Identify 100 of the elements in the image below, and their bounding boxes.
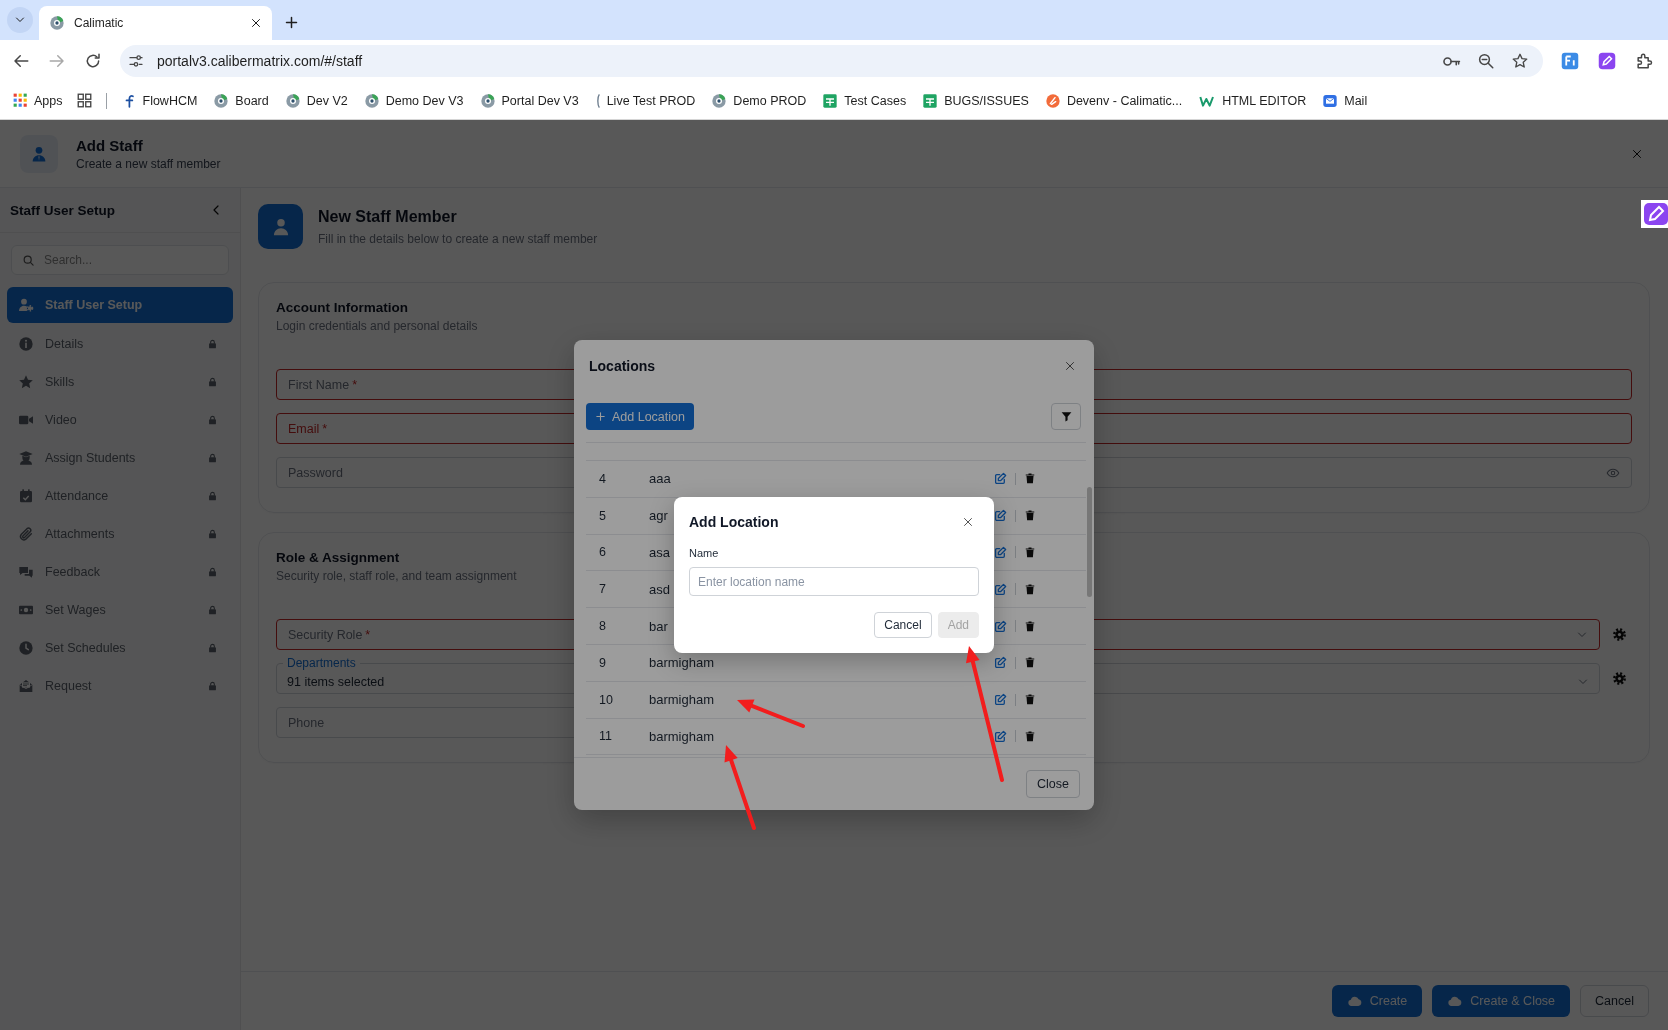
lock-icon bbox=[207, 680, 218, 692]
close-icon bbox=[962, 516, 974, 528]
edit-icon[interactable] bbox=[994, 729, 1007, 743]
close-icon[interactable] bbox=[250, 17, 262, 29]
bookmark[interactable]: Portal Dev V3 bbox=[471, 86, 587, 115]
trash-icon[interactable] bbox=[1024, 509, 1036, 523]
trash-icon[interactable] bbox=[1024, 656, 1036, 670]
bookmark[interactable]: Dev V2 bbox=[276, 86, 356, 115]
bookmark[interactable]: HTML EDITOR bbox=[1190, 86, 1315, 115]
edit-icon[interactable] bbox=[994, 582, 1007, 596]
add-location-button[interactable]: Add Location bbox=[586, 403, 694, 430]
address-bar[interactable]: portalv3.calibermatrix.com/#/staff bbox=[120, 45, 1543, 77]
nav-item[interactable]: Staff User Setup bbox=[7, 287, 233, 323]
lock-icon bbox=[207, 452, 218, 464]
pencil-icon[interactable] bbox=[1598, 52, 1616, 70]
edit-icon[interactable] bbox=[994, 509, 1007, 523]
star-icon bbox=[18, 374, 34, 390]
gear-icon[interactable] bbox=[1612, 671, 1627, 686]
bookmark[interactable]: Live Test PROD bbox=[586, 86, 704, 115]
cancel-button[interactable]: Cancel bbox=[874, 612, 932, 638]
table-cell: bar bbox=[649, 618, 668, 634]
table-cell-text: 4 bbox=[598, 471, 607, 486]
back-arrow-icon bbox=[12, 52, 30, 70]
table-cell: asa bbox=[649, 545, 670, 560]
search-icon bbox=[22, 253, 35, 267]
trash-icon[interactable] bbox=[1024, 582, 1036, 596]
table-cell: barmigham bbox=[649, 728, 715, 744]
table-cell-text: 10 bbox=[598, 692, 614, 707]
lock-icon bbox=[207, 490, 218, 502]
lock-icon bbox=[207, 376, 218, 388]
close-icon bbox=[1064, 360, 1076, 372]
table-cell: asd bbox=[649, 581, 670, 597]
pencil-icon[interactable] bbox=[1641, 200, 1668, 228]
sidebar-title: Staff User Setup bbox=[10, 202, 116, 218]
trash-icon[interactable] bbox=[1024, 619, 1036, 633]
table-cell: aaa bbox=[649, 471, 671, 487]
calendar-icon bbox=[18, 488, 34, 504]
primary-button[interactable]: Create bbox=[1331, 985, 1423, 1017]
logo-icon bbox=[213, 92, 230, 109]
lock-icon bbox=[207, 338, 218, 350]
gear-icon[interactable] bbox=[1612, 627, 1627, 642]
new-tab-icon[interactable] bbox=[284, 15, 299, 30]
logo-icon bbox=[49, 15, 65, 31]
filter-button[interactable] bbox=[1051, 403, 1081, 430]
field-label: Name bbox=[689, 547, 720, 559]
trash-icon[interactable] bbox=[1024, 693, 1036, 707]
reload-icon bbox=[84, 52, 102, 70]
mail-icon bbox=[1322, 92, 1339, 109]
plus-icon bbox=[595, 411, 606, 422]
bookmark[interactable]: Devenv - Calimatic... bbox=[1036, 86, 1191, 115]
edit-icon[interactable] bbox=[994, 619, 1007, 633]
bookmark[interactable]: FlowHCM bbox=[114, 86, 206, 115]
bookmark[interactable]: Mail bbox=[1314, 86, 1376, 115]
bookmark[interactable]: BUGS/ISSUES bbox=[914, 86, 1037, 115]
grid-icon[interactable] bbox=[76, 93, 92, 108]
table-cell: barmigham bbox=[649, 692, 715, 708]
paperclip-icon bbox=[18, 526, 34, 542]
envelope-icon bbox=[18, 678, 34, 694]
info-icon bbox=[18, 336, 34, 352]
input-field[interactable]: Enter location name bbox=[689, 567, 979, 596]
page-title: Add Staff bbox=[76, 136, 144, 154]
star-icon[interactable] bbox=[1511, 52, 1529, 70]
cancel-button[interactable]: Cancel bbox=[1580, 985, 1649, 1017]
close-button[interactable] bbox=[1064, 360, 1076, 372]
trash-icon[interactable] bbox=[1024, 472, 1036, 486]
spreadsheet-icon bbox=[822, 92, 839, 109]
lock-icon bbox=[207, 604, 218, 616]
graduate-icon bbox=[18, 450, 34, 466]
edit-icon[interactable] bbox=[994, 693, 1007, 707]
browser-tab[interactable]: Calimatic bbox=[39, 6, 272, 40]
primary-button[interactable]: Create & Close bbox=[1432, 985, 1571, 1017]
table-cell-text: 8 bbox=[598, 619, 607, 634]
bookmark[interactable]: Board bbox=[205, 86, 277, 115]
bookmark[interactable]: Demo Dev V3 bbox=[355, 86, 472, 115]
close-button[interactable]: Close bbox=[1026, 770, 1080, 798]
zoom-icon[interactable] bbox=[1477, 52, 1495, 70]
extension-icon[interactable] bbox=[1561, 52, 1579, 70]
lock-icon bbox=[207, 566, 218, 578]
user-icon bbox=[30, 144, 48, 163]
bookmark[interactable]: Test Cases bbox=[814, 86, 915, 115]
table-cell-text: 11 bbox=[598, 729, 613, 744]
bookmark[interactable]: Demo PROD bbox=[703, 86, 815, 115]
crescent-icon bbox=[594, 92, 601, 109]
apps-grid-icon bbox=[13, 93, 28, 108]
bookmark[interactable]: Apps bbox=[5, 86, 71, 115]
site-settings-icon[interactable] bbox=[128, 53, 144, 69]
trash-icon[interactable] bbox=[1024, 546, 1036, 559]
edit-icon[interactable] bbox=[994, 656, 1007, 670]
page-subtitle: Create a new staff member bbox=[76, 156, 222, 171]
trash-icon[interactable] bbox=[1024, 729, 1036, 743]
spreadsheet-icon bbox=[922, 92, 939, 109]
edit-icon[interactable] bbox=[994, 472, 1007, 486]
table-cell: agr bbox=[649, 508, 668, 524]
section-title: Role & Assignment bbox=[276, 550, 400, 565]
table-cell-text: 7 bbox=[598, 582, 607, 597]
user-gear-icon bbox=[18, 297, 34, 313]
edit-icon[interactable] bbox=[994, 546, 1007, 559]
dialog-title: Add Location bbox=[689, 514, 779, 530]
puzzle-icon[interactable] bbox=[1634, 51, 1654, 71]
close-icon bbox=[1631, 147, 1643, 160]
